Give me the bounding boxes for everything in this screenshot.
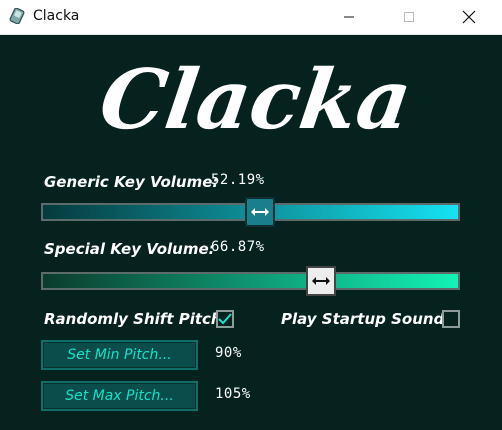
close-button[interactable] xyxy=(446,0,492,34)
minimize-button[interactable] xyxy=(326,0,372,34)
special-volume-label: Special Key Volume: xyxy=(44,240,215,258)
set-min-pitch-button[interactable]: Set Min Pitch... xyxy=(41,340,198,370)
close-icon xyxy=(462,10,476,24)
maximize-button[interactable] xyxy=(386,0,432,34)
special-volume-fill xyxy=(43,274,458,288)
logo-text: Clacka xyxy=(94,52,417,148)
resize-horizontal-icon xyxy=(312,277,330,285)
app-window: Clacka Clacka Generic Key Volume: 52.19%… xyxy=(0,0,502,430)
generic-volume-label: Generic Key Volume: xyxy=(44,173,219,191)
generic-volume-thumb[interactable] xyxy=(245,197,275,227)
generic-volume-value: 52.19% xyxy=(211,172,265,188)
title-bar: Clacka xyxy=(0,0,502,35)
special-volume-slider[interactable] xyxy=(41,272,460,290)
maximize-icon xyxy=(404,12,414,22)
min-pitch-value: 90% xyxy=(215,345,242,361)
startup-sound-label: Play Startup Sound: xyxy=(281,310,451,328)
startup-sound-checkbox[interactable] xyxy=(442,310,460,328)
window-title: Clacka xyxy=(33,8,80,24)
clacka-logo: Clacka xyxy=(94,52,417,148)
keycap-icon xyxy=(9,8,25,24)
checkmark-icon xyxy=(218,313,232,325)
resize-horizontal-icon xyxy=(251,208,269,216)
special-volume-thumb[interactable] xyxy=(306,266,336,296)
minimize-icon xyxy=(344,16,354,18)
random-pitch-label: Randomly Shift Pitch: xyxy=(44,310,228,328)
special-volume-value: 66.87% xyxy=(211,239,265,255)
max-pitch-value: 105% xyxy=(215,386,251,402)
set-max-pitch-button[interactable]: Set Max Pitch... xyxy=(41,381,198,411)
random-pitch-checkbox[interactable] xyxy=(216,310,234,328)
